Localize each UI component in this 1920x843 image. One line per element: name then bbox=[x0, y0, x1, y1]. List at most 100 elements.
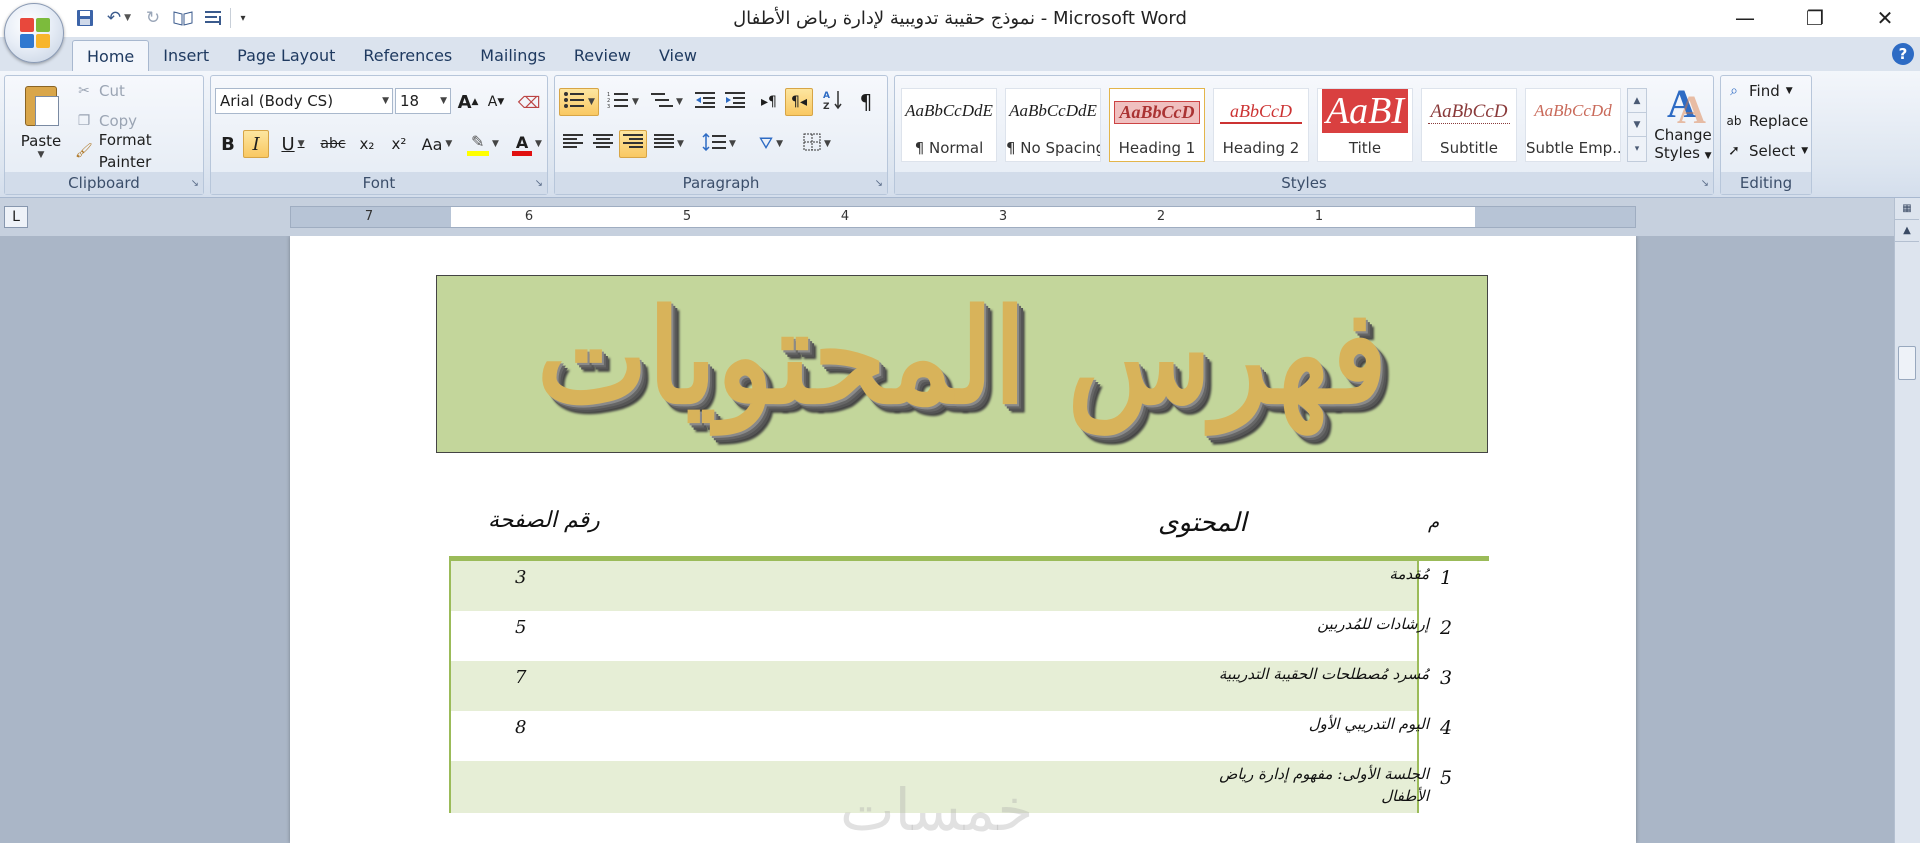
svg-text:A: A bbox=[823, 91, 830, 101]
select-button[interactable]: ➚ Select ▼ bbox=[1725, 140, 1808, 162]
office-logo-icon bbox=[20, 18, 50, 48]
toc-row-index: 1 bbox=[1440, 567, 1453, 589]
ruler-number: 4 bbox=[840, 209, 850, 224]
style-heading-1[interactable]: AaBbCcD Heading 1 bbox=[1109, 88, 1205, 162]
line-spacing-button[interactable]: ▼ bbox=[697, 130, 741, 158]
sort-button[interactable]: AZ bbox=[819, 88, 847, 116]
tab-mailings[interactable]: Mailings bbox=[466, 40, 560, 71]
highlight-button[interactable]: ✎ ▼ bbox=[461, 130, 505, 158]
font-color-dropdown-icon[interactable]: ▼ bbox=[535, 139, 542, 149]
clear-formatting-button[interactable]: ⌫ bbox=[515, 88, 543, 116]
decrease-indent-button[interactable] bbox=[691, 88, 719, 116]
tab-review[interactable]: Review bbox=[560, 40, 645, 71]
decrease-indent-icon bbox=[695, 91, 715, 114]
style-subtitle[interactable]: AaBbCcD Subtitle bbox=[1421, 88, 1517, 162]
font-size-dropdown-icon[interactable]: ▼ bbox=[440, 89, 447, 113]
minimize-button[interactable]: — bbox=[1710, 0, 1780, 36]
justify-button[interactable]: ▼ bbox=[649, 130, 689, 158]
toc-row-title: مُقدمة bbox=[1389, 565, 1429, 583]
borders-button[interactable]: ▼ bbox=[795, 130, 839, 158]
font-size-box[interactable]: 18 ▼ bbox=[395, 88, 451, 114]
tab-selector[interactable]: L bbox=[4, 206, 28, 228]
format-painter-button[interactable]: 🖌 Format Painter bbox=[75, 131, 203, 171]
table-row: مُقدمة 3 1 bbox=[449, 561, 1489, 611]
binoculars-icon: ⌕ bbox=[1730, 83, 1738, 99]
grow-font-button[interactable]: A ▲ bbox=[455, 88, 481, 116]
style-no-spacing[interactable]: AaBbCcDdE ¶ No Spacing bbox=[1005, 88, 1101, 162]
tab-view[interactable]: View bbox=[645, 40, 711, 71]
align-left-button[interactable] bbox=[559, 130, 587, 158]
close-button[interactable]: ✕ bbox=[1850, 0, 1920, 36]
style-no-spacing-preview: AaBbCcDdE bbox=[1009, 101, 1097, 120]
style-heading-2[interactable]: aBbCcD Heading 2 bbox=[1213, 88, 1309, 162]
scrollbar-thumb[interactable] bbox=[1898, 346, 1916, 380]
clipboard-dialog-launcher-icon[interactable]: ↘ bbox=[191, 178, 199, 189]
document-page[interactable]: فهرس المحتويات رقم الصفحة المحتوى م مُقد… bbox=[290, 236, 1636, 843]
line-spacing-icon bbox=[702, 132, 727, 156]
strikethrough-button[interactable]: abc bbox=[317, 130, 349, 158]
paste-button[interactable]: Paste ▼ bbox=[13, 82, 69, 160]
scissors-icon: ✂ bbox=[78, 83, 90, 99]
highlight-dropdown-icon[interactable]: ▼ bbox=[492, 139, 499, 149]
ribbon-tabs-bar: Home Insert Page Layout References Maili… bbox=[0, 37, 1920, 71]
paste-dropdown-icon[interactable]: ▼ bbox=[13, 150, 69, 160]
horizontal-ruler[interactable]: 7 6 5 4 3 2 1 bbox=[290, 206, 1636, 228]
underline-button[interactable]: U ▼ bbox=[273, 130, 313, 158]
scroll-up-icon[interactable]: ▲ bbox=[1895, 220, 1919, 242]
style-normal[interactable]: AaBbCcDdE ¶ Normal bbox=[901, 88, 997, 162]
view-ruler-icon[interactable]: ▦ bbox=[1895, 198, 1919, 220]
font-color-button[interactable]: A ▼ bbox=[507, 130, 547, 158]
underline-dropdown-icon[interactable]: ▼ bbox=[298, 139, 305, 149]
find-button[interactable]: ⌕ Find ▼ bbox=[1725, 80, 1793, 102]
paragraph-dialog-launcher-icon[interactable]: ↘ bbox=[875, 178, 883, 189]
font-name-box[interactable]: Arial (Body CS) ▼ bbox=[215, 88, 393, 114]
toc-row-title: إرشادات للمُدربين bbox=[1317, 615, 1429, 633]
cut-button[interactable]: ✂ Cut bbox=[75, 80, 125, 102]
font-name-dropdown-icon[interactable]: ▼ bbox=[382, 89, 389, 113]
window-title: نموذج حقيبة تدويبية لإدارة رياض الأطفال … bbox=[733, 8, 1187, 29]
ltr-button[interactable]: ▸¶ bbox=[755, 88, 783, 116]
increase-indent-button[interactable] bbox=[721, 88, 749, 116]
align-right-button[interactable] bbox=[619, 130, 647, 158]
borders-icon bbox=[803, 133, 821, 156]
toc-row-page: 3 bbox=[515, 567, 527, 588]
restore-button[interactable]: ❐ bbox=[1780, 0, 1850, 36]
style-subtle-emphasis[interactable]: AaBbCcDd Subtle Emp... bbox=[1525, 88, 1621, 162]
align-center-button[interactable] bbox=[589, 130, 617, 158]
shading-button[interactable]: ⛛ ▼ bbox=[749, 130, 793, 158]
change-case-button[interactable]: Aa ▼ bbox=[417, 130, 457, 158]
shrink-font-button[interactable]: A ▼ bbox=[483, 88, 509, 116]
font-group: Arial (Body CS) ▼ 18 ▼ A ▲ A ▼ ⌫ B I U ▼ abc … bbox=[210, 75, 548, 195]
vertical-scrollbar[interactable]: ▦ ▲ bbox=[1894, 198, 1920, 843]
change-styles-button[interactable]: A A Change Styles ▼ bbox=[1653, 80, 1713, 162]
replace-button[interactable]: ab Replace bbox=[1725, 110, 1809, 132]
show-formatting-button[interactable]: ¶ bbox=[851, 88, 881, 116]
watermark: خمسات bbox=[840, 776, 1034, 843]
ruler-number: 2 bbox=[1156, 209, 1166, 224]
toc-row-index: 2 bbox=[1440, 617, 1453, 639]
help-icon[interactable]: ? bbox=[1892, 43, 1914, 65]
numbering-button[interactable]: 1 2 3 ▼ bbox=[603, 88, 643, 116]
bullets-button[interactable]: ▼ bbox=[559, 88, 599, 116]
tab-insert[interactable]: Insert bbox=[149, 40, 223, 71]
style-title[interactable]: AaBI Title bbox=[1317, 88, 1413, 162]
gallery-up-icon[interactable]: ▲ bbox=[1628, 89, 1646, 113]
rtl-button[interactable]: ¶◂ bbox=[785, 88, 813, 116]
change-case-dropdown-icon[interactable]: ▼ bbox=[445, 139, 452, 149]
subscript-button[interactable]: x₂ bbox=[353, 130, 381, 158]
tab-page-layout[interactable]: Page Layout bbox=[223, 40, 349, 71]
italic-button[interactable]: I bbox=[243, 130, 269, 158]
gallery-down-icon[interactable]: ▼ bbox=[1628, 113, 1646, 137]
styles-gallery-scroll: ▲ ▼ ▾ bbox=[1627, 88, 1647, 162]
change-styles-icon: A A bbox=[1667, 81, 1706, 132]
multilevel-list-button[interactable]: ▼ bbox=[647, 88, 687, 116]
bold-button[interactable]: B bbox=[215, 130, 241, 158]
office-button[interactable] bbox=[4, 3, 64, 63]
gallery-more-icon[interactable]: ▾ bbox=[1628, 137, 1646, 161]
tab-home[interactable]: Home bbox=[72, 40, 150, 71]
superscript-button[interactable]: x² bbox=[385, 130, 413, 158]
style-normal-name: ¶ Normal bbox=[914, 139, 984, 157]
tab-references[interactable]: References bbox=[349, 40, 466, 71]
styles-dialog-launcher-icon[interactable]: ↘ bbox=[1701, 178, 1709, 189]
font-dialog-launcher-icon[interactable]: ↘ bbox=[535, 178, 543, 189]
